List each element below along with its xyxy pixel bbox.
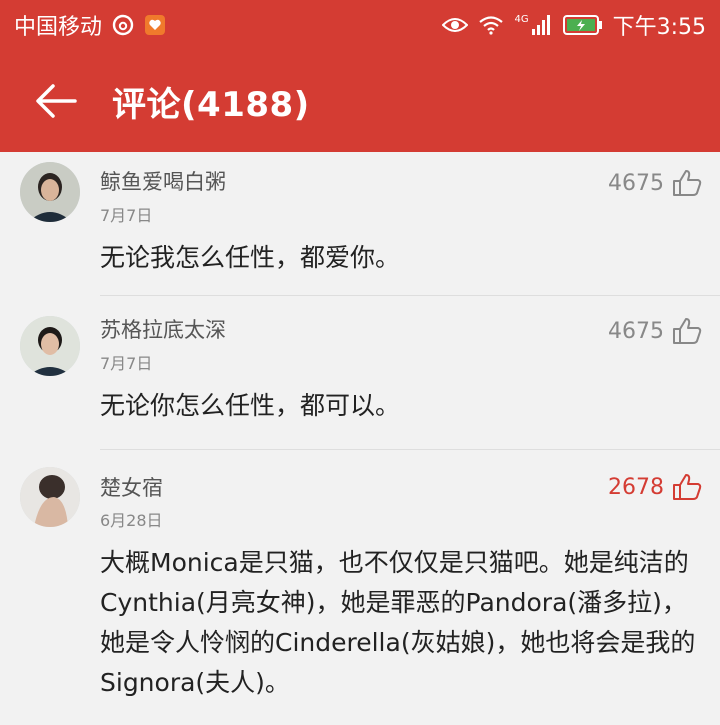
comment-list: 鲸鱼爱喝白粥 7月7日 4675 无论我怎么任性，都爱你。 苏格拉底太深 7月7…: [0, 152, 720, 725]
user-photo-icon: [20, 162, 80, 222]
comment-text: 无论你怎么任性，都可以。: [100, 391, 401, 420]
comment-username[interactable]: 苏格拉底太深: [100, 314, 226, 344]
user-photo-icon: [20, 316, 80, 376]
back-arrow-icon: [36, 84, 77, 118]
comment-username[interactable]: 楚女宿: [100, 472, 163, 502]
carrier-label: 中国移动: [14, 15, 103, 40]
page-title: 评论(4188): [112, 84, 310, 125]
wifi-icon: [478, 15, 504, 35]
avatar[interactable]: [20, 316, 80, 376]
thumbs-up-icon: [673, 318, 702, 344]
comment-text: 大概Monica是只猫，也不仅仅是只猫吧。她是纯洁的Cynthia(月亮女神)，…: [100, 548, 696, 697]
like-button[interactable]: 4675: [608, 317, 702, 345]
status-bar: 中国移动 4G 下午3:55: [0, 0, 720, 50]
back-button[interactable]: [34, 79, 78, 123]
netease-music-icon: [112, 14, 134, 36]
comment-date: 7月7日: [100, 354, 153, 373]
comment-item: 楚女宿 6月28日 2678 大概Monica是只猫，也不仅仅是只猫吧。她是纯洁…: [0, 450, 720, 725]
like-button[interactable]: 4675: [608, 169, 702, 197]
like-count: 4675: [608, 318, 664, 344]
comment-item: 苏格拉底太深 7月7日 4675 无论你怎么任性，都可以。: [0, 296, 720, 450]
like-button[interactable]: 2678: [608, 473, 702, 501]
battery-icon: [562, 14, 603, 36]
thumbs-up-icon: [673, 474, 702, 500]
clock: 下午3:55: [612, 15, 706, 40]
app-bar: 评论(4188): [0, 50, 720, 152]
like-count: 2678: [608, 474, 664, 500]
eye-icon: [442, 16, 469, 34]
app-notification-icon: [144, 14, 166, 36]
avatar[interactable]: [20, 467, 80, 527]
user-photo-icon: [20, 467, 80, 527]
comment-username[interactable]: 鲸鱼爱喝白粥: [100, 166, 226, 196]
avatar[interactable]: [20, 162, 80, 222]
comment-text: 无论我怎么任性，都爱你。: [100, 243, 401, 272]
network-label: 4G: [514, 14, 529, 25]
like-count: 4675: [608, 170, 664, 196]
comment-item: 鲸鱼爱喝白粥 7月7日 4675 无论我怎么任性，都爱你。: [0, 152, 720, 296]
comment-date: 6月28日: [100, 511, 163, 530]
thumbs-up-icon: [673, 170, 702, 196]
signal-icon: 4G: [514, 14, 552, 36]
comment-date: 7月7日: [100, 206, 153, 225]
